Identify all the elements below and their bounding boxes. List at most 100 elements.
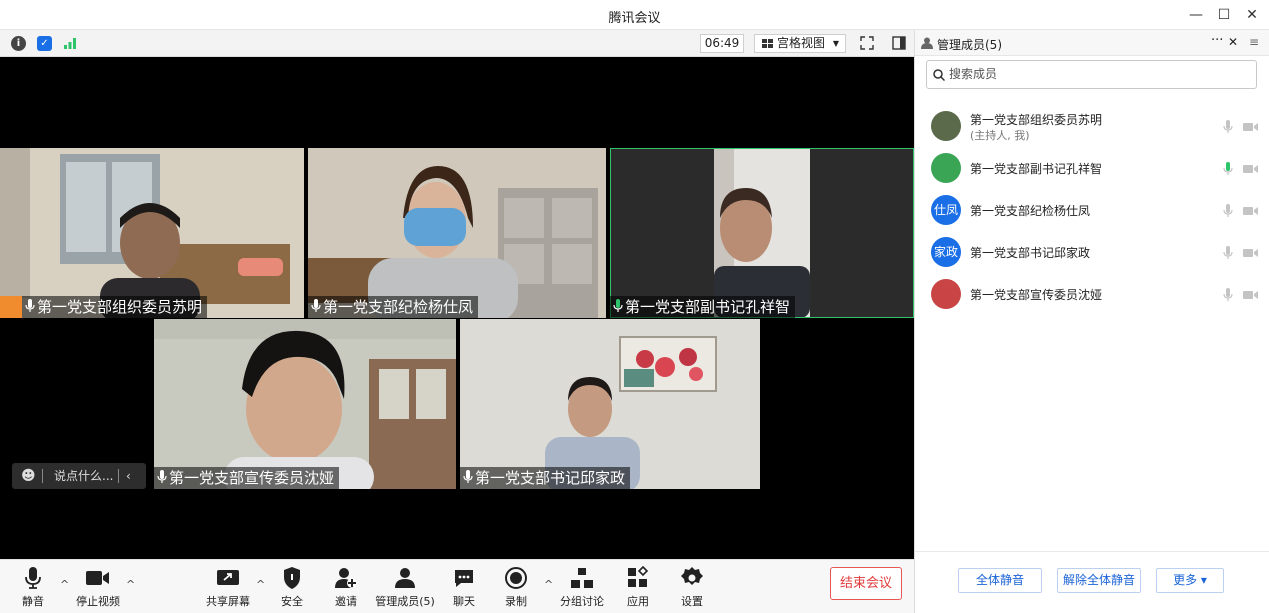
menu-icon[interactable]: ≡: [1249, 35, 1259, 49]
quick-chat-box[interactable]: ☻ 说点什么... ‹: [12, 463, 146, 489]
shield-icon[interactable]: ✓: [37, 36, 52, 51]
chevron-up-icon[interactable]: ^: [126, 578, 135, 591]
participant-video: [154, 319, 456, 489]
member-row[interactable]: 家政 第一党支部书记邱家政: [915, 232, 1269, 272]
camera-icon[interactable]: [1243, 290, 1259, 300]
maximize-button[interactable]: ☐: [1213, 5, 1235, 25]
microphone-active-icon[interactable]: [1223, 162, 1233, 176]
title-bar: 腾讯会议 — ☐ ✕: [0, 0, 1269, 30]
video-tile[interactable]: 第一党支部书记邱家政: [460, 319, 760, 489]
security-button[interactable]: 安全: [274, 566, 310, 609]
grid-icon: [762, 39, 773, 49]
participant-name-bar: 第一党支部纪检杨仕凤: [308, 296, 479, 318]
meeting-window: 腾讯会议 — ☐ ✕ i ✓ 06:49 宫格视图 ▼ 第一党支部组织委员苏明 …: [0, 0, 1269, 613]
video-tile[interactable]: 第一党支部纪检杨仕凤: [308, 148, 606, 318]
microphone-icon: [25, 567, 41, 589]
participant-video: [0, 148, 304, 318]
chat-input[interactable]: 说点什么...: [54, 463, 113, 489]
record-icon: [505, 567, 527, 589]
microphone-icon[interactable]: [1223, 120, 1233, 134]
member-icon: [921, 37, 933, 49]
unmute-all-button[interactable]: 解除全体静音: [1057, 568, 1141, 593]
apps-icon: [628, 566, 649, 587]
emoji-icon[interactable]: ☻: [21, 463, 36, 489]
more-button[interactable]: 更多 ▾: [1156, 568, 1224, 593]
camera-icon[interactable]: [1243, 248, 1259, 258]
video-tile[interactable]: 第一党支部宣传委员沈娅: [154, 319, 456, 489]
participant-video: [308, 148, 606, 318]
apps-label: 应用: [627, 595, 649, 608]
share-screen-button[interactable]: 共享屏幕: [202, 566, 254, 609]
more-options-icon[interactable]: ···: [1211, 33, 1223, 48]
mute-all-button[interactable]: 全体静音: [958, 568, 1042, 593]
participant-name: 第一党支部副书记孔祥智: [625, 298, 791, 316]
chevron-up-icon[interactable]: ^: [60, 578, 69, 591]
stop-video-button[interactable]: 停止视频: [72, 566, 124, 609]
microphone-icon[interactable]: [1223, 204, 1233, 218]
microphone-icon[interactable]: [1223, 246, 1233, 260]
close-panel-icon[interactable]: ✕: [1228, 35, 1238, 49]
gear-icon: [681, 567, 703, 585]
divider: [118, 469, 119, 483]
view-mode-dropdown[interactable]: 宫格视图 ▼: [754, 34, 846, 53]
manage-members-button[interactable]: 管理成员(5): [374, 566, 436, 609]
video-grid: 第一党支部组织委员苏明 第一党支部纪检杨仕凤 第一党支部副书记孔祥智 第一党支部…: [0, 57, 914, 559]
participant-name-bar: 第一党支部组织委员苏明: [0, 296, 208, 318]
meeting-toolbar: 静音 ^ 停止视频 ^ 共享屏幕 ^ 安全 邀请 管理成员(5) 聊天 录制 ^…: [0, 559, 914, 613]
sidebar-toggle-icon[interactable]: [892, 36, 906, 50]
close-button[interactable]: ✕: [1241, 5, 1263, 25]
microphone-icon: [311, 299, 321, 312]
fullscreen-icon[interactable]: [860, 36, 874, 50]
info-icon[interactable]: i: [11, 36, 26, 51]
member-name: 第一党支部纪检杨仕凤: [970, 204, 1091, 218]
signal-icon[interactable]: [63, 36, 77, 50]
member-row[interactable]: 第一党支部副书记孔祥智: [915, 148, 1269, 188]
record-label: 录制: [505, 595, 527, 608]
member-row[interactable]: 第一党支部宣传委员沈娅: [915, 274, 1269, 314]
search-members-input[interactable]: 搜索成员: [926, 60, 1257, 89]
camera-icon[interactable]: [1243, 164, 1259, 174]
camera-icon[interactable]: [1243, 206, 1259, 216]
breakout-button[interactable]: 分组讨论: [558, 566, 606, 609]
share-screen-icon: [217, 570, 239, 585]
record-button[interactable]: 录制: [498, 566, 534, 609]
settings-button[interactable]: 设置: [674, 566, 710, 609]
chevron-down-icon: ▼: [832, 39, 839, 48]
window-title: 腾讯会议: [608, 11, 661, 26]
chat-icon: [455, 570, 473, 587]
microphone-icon[interactable]: [1223, 288, 1233, 302]
member-row[interactable]: 第一党支部组织委员苏明 (主持人, 我): [915, 106, 1269, 146]
camera-icon[interactable]: [1243, 122, 1259, 132]
member-name: 第一党支部宣传委员沈娅: [970, 288, 1103, 302]
minimize-button[interactable]: —: [1185, 5, 1207, 25]
participant-name: 第一党支部宣传委员沈娅: [169, 469, 335, 487]
video-tile[interactable]: 第一党支部组织委员苏明: [0, 148, 304, 318]
member-row[interactable]: 仕凤 第一党支部纪检杨仕凤: [915, 190, 1269, 230]
participant-name: 第一党支部纪检杨仕凤: [323, 298, 474, 316]
chevron-up-icon[interactable]: ^: [544, 578, 553, 591]
video-tile[interactable]: 第一党支部副书记孔祥智: [610, 148, 914, 318]
invite-button[interactable]: 邀请: [328, 566, 364, 609]
chevron-up-icon[interactable]: ^: [256, 578, 265, 591]
member-role: (主持人, 我): [970, 129, 1030, 142]
mute-label: 静音: [22, 595, 44, 608]
members-panel-header: 管理成员(5) ··· ✕ ≡: [915, 30, 1269, 56]
meeting-timer: 06:49: [700, 34, 744, 53]
participant-name-bar: 第一党支部宣传委员沈娅: [154, 467, 340, 489]
stop-video-label: 停止视频: [76, 595, 120, 608]
mute-button[interactable]: 静音: [16, 566, 50, 609]
chat-button[interactable]: 聊天: [446, 566, 482, 609]
end-meeting-button[interactable]: 结束会议: [830, 567, 902, 600]
chevron-left-icon[interactable]: ‹: [126, 463, 131, 489]
manage-members-label: 管理成员(5): [375, 595, 435, 608]
members-panel: 管理成员(5) ··· ✕ ≡ 搜索成员 第一党支部组织委员苏明 (主持人, 我)…: [914, 30, 1269, 613]
camera-icon: [86, 571, 109, 585]
avatar: 仕凤: [931, 195, 961, 225]
avatar: [931, 279, 961, 309]
search-icon: [933, 69, 945, 81]
add-user-icon: [335, 568, 357, 588]
apps-button[interactable]: 应用: [620, 566, 656, 609]
participant-name-bar: 第一党支部副书记孔祥智: [610, 296, 796, 318]
breakout-icon: [571, 568, 593, 588]
security-label: 安全: [281, 595, 303, 608]
